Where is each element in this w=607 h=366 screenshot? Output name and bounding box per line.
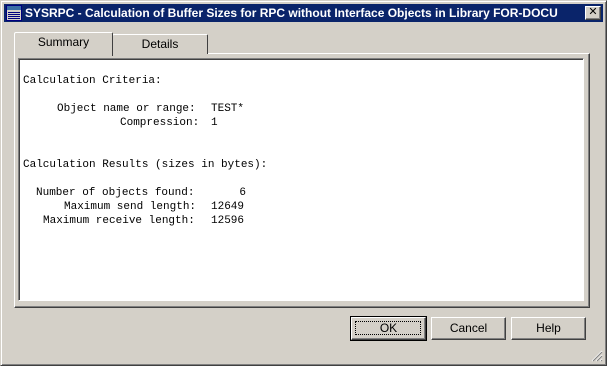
objects-found-label: Number of objects found: — [36, 187, 195, 199]
max-receive-label: Maximum receive length: — [43, 215, 195, 227]
objects-found-value: 6 — [239, 187, 246, 199]
tab-panel-summary: Calculation Criteria: Object name or ran… — [14, 53, 590, 308]
title-bar[interactable]: SYSRPC - Calculation of Buffer Sizes for… — [4, 4, 603, 22]
help-button[interactable]: Help — [511, 317, 586, 340]
close-button[interactable]: ✕ — [585, 5, 601, 20]
results-heading: Calculation Results (sizes in bytes): — [23, 159, 268, 171]
compression-value: 1 — [211, 117, 218, 129]
dialog-window: SYSRPC - Calculation of Buffer Sizes for… — [0, 0, 607, 366]
window-title: SYSRPC - Calculation of Buffer Sizes for… — [25, 6, 558, 20]
compression-label: Compression: — [120, 117, 200, 129]
tab-summary[interactable]: Summary — [14, 32, 113, 56]
tab-summary-label: Summary — [37, 35, 90, 49]
max-receive-value: 12596 — [211, 215, 245, 227]
resize-grip-icon[interactable] — [591, 350, 603, 362]
tab-details[interactable]: Details — [112, 34, 208, 54]
cancel-button[interactable]: Cancel — [431, 317, 506, 340]
max-send-label: Maximum send length: — [64, 201, 197, 213]
summary-text-area: Calculation Criteria: Object name or ran… — [18, 58, 584, 301]
ok-button[interactable]: OK — [350, 316, 427, 341]
max-send-value: 12649 — [211, 201, 245, 213]
criteria-heading: Calculation Criteria: — [23, 75, 162, 87]
tab-details-label: Details — [141, 37, 179, 51]
object-name-value: TEST* — [211, 103, 245, 115]
app-window-icon — [6, 5, 22, 21]
close-icon: ✕ — [588, 5, 598, 18]
object-name-label: Object name or range: — [57, 103, 196, 115]
